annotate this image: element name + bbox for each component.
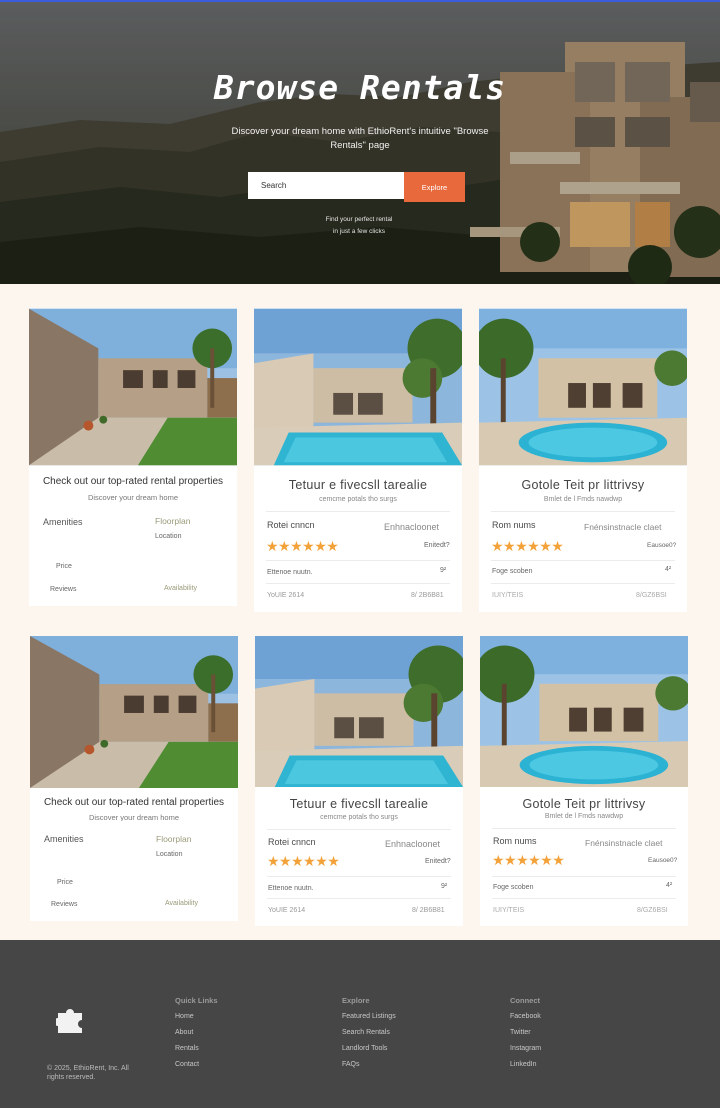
explore-button[interactable]: Explore xyxy=(404,172,465,202)
price-label: Price xyxy=(57,879,73,886)
footer-link-linkedin[interactable]: LinkedIn xyxy=(510,1061,536,1068)
feature-value: Enhnacloonet xyxy=(385,839,441,849)
card-subtitle: Bmlet de l Fmds nawdwp xyxy=(543,496,623,503)
location-label: Location xyxy=(155,533,182,540)
footer-link-faqs[interactable]: FAQs xyxy=(342,1061,360,1068)
location-label: Location xyxy=(156,851,183,858)
property-image[interactable] xyxy=(30,636,238,788)
hero-subtitle: Discover your dream home with EthioRent'… xyxy=(231,126,489,151)
card-subtitle: Bmlet de l Fmds nawdwp xyxy=(544,813,624,820)
card-title: Check out our top-rated rental propertie… xyxy=(42,476,224,487)
amenities-label: Amenities xyxy=(43,517,83,527)
property-image[interactable] xyxy=(479,308,687,466)
card-subtitle: Discover your dream home xyxy=(87,493,179,502)
feature-value: Fnénsinstnacle claet xyxy=(584,522,662,532)
card-subtitle: cemcme potals tho surgs xyxy=(320,814,398,821)
card-title: Tetuur e fivecsll tarealie xyxy=(289,797,429,811)
floorplan-label: Floorplan xyxy=(156,834,192,844)
footer-link-search-rentals[interactable]: Search Rentals xyxy=(342,1029,390,1036)
card-title: Check out our top-rated rental propertie… xyxy=(43,797,225,808)
copyright-text: © 2025, EthioRent, Inc. All rights reser… xyxy=(47,1065,129,1081)
property-image[interactable] xyxy=(29,308,237,466)
reviews-label: Reviews xyxy=(51,901,78,908)
footer-link-rentals[interactable]: Rentals xyxy=(175,1045,199,1052)
card-title: Gotole Teit pr littrivsy xyxy=(521,478,645,492)
hero-banner: Browse Rentals Discover your dream home … xyxy=(0,0,720,284)
rental-card[interactable]: Gotole Teit pr littrivsy Bmlet de l Fmds… xyxy=(480,636,688,926)
puzzle-logo-icon xyxy=(56,1009,82,1033)
footer-link-contact[interactable]: Contact xyxy=(175,1061,199,1068)
rating-stars-icon: ★★★★★★ xyxy=(492,852,565,868)
card-subtitle: Discover your dream home xyxy=(88,813,180,821)
feature-value: Enhnacloonet xyxy=(384,522,440,532)
availability-label: Availability xyxy=(165,900,198,907)
listing-id: 8/ 2B6B81 xyxy=(412,907,445,914)
rental-card[interactable]: Gotole Teit pr littrivsy Bmlet de l Fmds… xyxy=(479,308,687,612)
detail-label: Ettenoe nuutn. xyxy=(268,885,314,892)
feature-label: Rom nums xyxy=(493,836,537,846)
card-subtitle: cemcme potals tho surgs xyxy=(319,496,397,503)
rating-stars-icon: ★★★★★★ xyxy=(267,853,340,869)
property-image[interactable] xyxy=(480,636,688,787)
tagline-line-1: Find your perfect rental xyxy=(325,216,393,223)
rating-text: Eausoe0? xyxy=(647,542,677,549)
rating-text: Enitedt? xyxy=(424,542,450,549)
property-image[interactable] xyxy=(254,308,462,466)
price-label: Price xyxy=(56,563,72,570)
listing-id: 8/GZ6BSI xyxy=(636,592,667,599)
rental-card[interactable]: Tetuur e fivecsll tarealie cemcme potals… xyxy=(255,636,463,926)
listing-code: YoUIE 2614 xyxy=(267,592,305,599)
listing-id: 8/GZ6BSI xyxy=(637,907,668,914)
feature-label: Rotei cnncn xyxy=(268,837,316,847)
feature-value: Fnénsinstnacle claet xyxy=(585,838,663,848)
detail-value: 9² xyxy=(441,883,448,890)
property-image[interactable] xyxy=(255,636,463,787)
footer-link-home[interactable]: Home xyxy=(175,1013,194,1020)
detail-value: 4² xyxy=(665,566,672,573)
listing-code: IUIY/TEIS xyxy=(493,907,525,914)
quick-links-heading: Quick Links xyxy=(175,996,218,1005)
reviews-label: Reviews xyxy=(50,586,77,593)
hero-tagline: Find your perfect rental in just a few c… xyxy=(300,214,418,238)
detail-label: Ettenoe nuutn. xyxy=(267,569,313,576)
rating-stars-icon: ★★★★★★ xyxy=(491,538,564,554)
detail-value: 9² xyxy=(440,567,447,574)
site-footer: © 2025, EthioRent, Inc. All rights reser… xyxy=(0,940,720,1108)
rating-text: Eausoe0? xyxy=(648,857,678,864)
floorplan-label: Floorplan xyxy=(155,516,191,526)
rental-card[interactable]: Check out our top-rated rental propertie… xyxy=(29,308,237,606)
explore-heading: Explore xyxy=(342,996,370,1005)
footer-link-about[interactable]: About xyxy=(175,1029,193,1036)
search-input[interactable] xyxy=(248,172,404,199)
rental-card[interactable]: Check out our top-rated rental propertie… xyxy=(30,636,238,921)
availability-label: Availability xyxy=(164,585,197,592)
rating-stars-icon: ★★★★★★ xyxy=(266,538,339,554)
amenities-label: Amenities xyxy=(44,834,84,844)
card-title: Gotole Teit pr littrivsy xyxy=(522,797,646,811)
detail-label: Foge scoben xyxy=(492,568,533,575)
feature-label: Rotei cnncn xyxy=(267,520,315,530)
rental-card[interactable]: Tetuur e fivecsll tarealie cemcme potals… xyxy=(254,308,462,612)
listing-code: YoUIE 2614 xyxy=(268,907,306,914)
footer-link-facebook[interactable]: Facebook xyxy=(510,1013,541,1020)
listing-id: 8/ 2B6B81 xyxy=(411,592,444,599)
tagline-line-2: in just a few clicks xyxy=(332,228,386,235)
footer-link-instagram[interactable]: Instagram xyxy=(510,1045,541,1052)
detail-label: Foge scoben xyxy=(493,884,534,891)
detail-value: 4² xyxy=(666,882,673,889)
card-title: Tetuur e fivecsll tarealie xyxy=(288,478,428,492)
footer-link-featured-listings[interactable]: Featured Listings xyxy=(342,1013,396,1020)
page-title: Browse Rentals xyxy=(213,68,507,107)
feature-label: Rom nums xyxy=(492,520,536,530)
rating-text: Enitedt? xyxy=(425,858,451,865)
footer-link-landlord-tools[interactable]: Landlord Tools xyxy=(342,1045,387,1052)
footer-link-twitter[interactable]: Twitter xyxy=(510,1029,531,1036)
connect-heading: Connect xyxy=(510,996,540,1005)
listing-code: IUIY/TEIS xyxy=(492,592,524,599)
